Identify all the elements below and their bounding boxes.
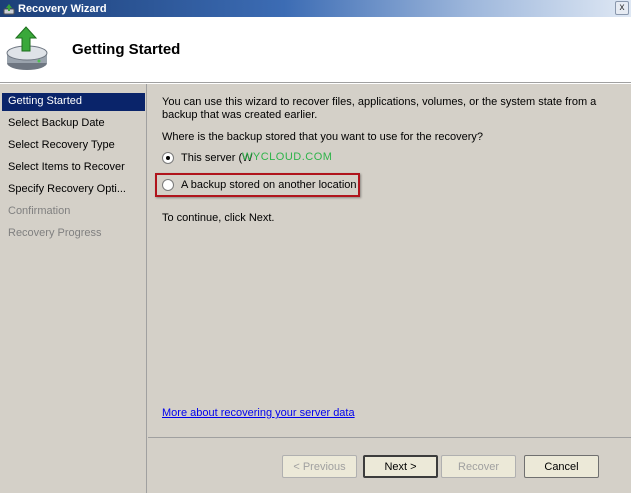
help-link[interactable]: More about recovering your server data	[162, 407, 355, 419]
radio-button-unchecked[interactable]	[162, 179, 174, 191]
recover-button: Recover	[441, 455, 516, 478]
wizard-content: You can use this wizard to recover files…	[148, 84, 631, 493]
nav-item-select-recovery-type[interactable]: Select Recovery Type	[2, 137, 145, 155]
cancel-button[interactable]: Cancel	[524, 455, 599, 478]
next-button[interactable]: Next >	[363, 455, 438, 478]
divider	[148, 437, 631, 438]
title-bar[interactable]: Recovery Wizard x	[0, 0, 631, 17]
previous-button: < Previous	[282, 455, 357, 478]
wizard-header: Getting Started	[0, 17, 631, 83]
radio-this-server[interactable]: This server (W	[162, 150, 253, 166]
close-icon: x	[619, 2, 625, 13]
radio-another-location[interactable]: A backup stored on another location	[162, 177, 357, 193]
nav-item-getting-started[interactable]: Getting Started	[2, 93, 145, 111]
nav-item-specify-options[interactable]: Specify Recovery Opti...	[2, 181, 145, 199]
close-button[interactable]: x	[615, 1, 629, 15]
wizard-body: Getting Started Select Backup Date Selec…	[0, 84, 631, 493]
backup-disk-icon	[6, 26, 48, 70]
nav-item-select-backup-date[interactable]: Select Backup Date	[2, 115, 145, 133]
continue-instruction: To continue, click Next.	[162, 212, 275, 224]
question-label: Where is the backup stored that you want…	[162, 131, 484, 143]
radio-button-checked[interactable]	[162, 152, 174, 164]
radio-label-another-location: A backup stored on another location	[181, 179, 357, 191]
nav-item-confirmation: Confirmation	[8, 205, 71, 217]
wizard-steps-nav: Getting Started Select Backup Date Selec…	[0, 84, 147, 493]
window-title: Recovery Wizard	[18, 2, 107, 15]
recovery-wizard-icon	[3, 3, 15, 14]
page-title: Getting Started	[72, 41, 181, 58]
nav-item-recovery-progress: Recovery Progress	[8, 227, 102, 239]
watermark: WYCLOUD.COM	[242, 151, 333, 163]
nav-item-select-items[interactable]: Select Items to Recover	[2, 159, 145, 177]
intro-text: You can use this wizard to recover files…	[162, 96, 597, 121]
